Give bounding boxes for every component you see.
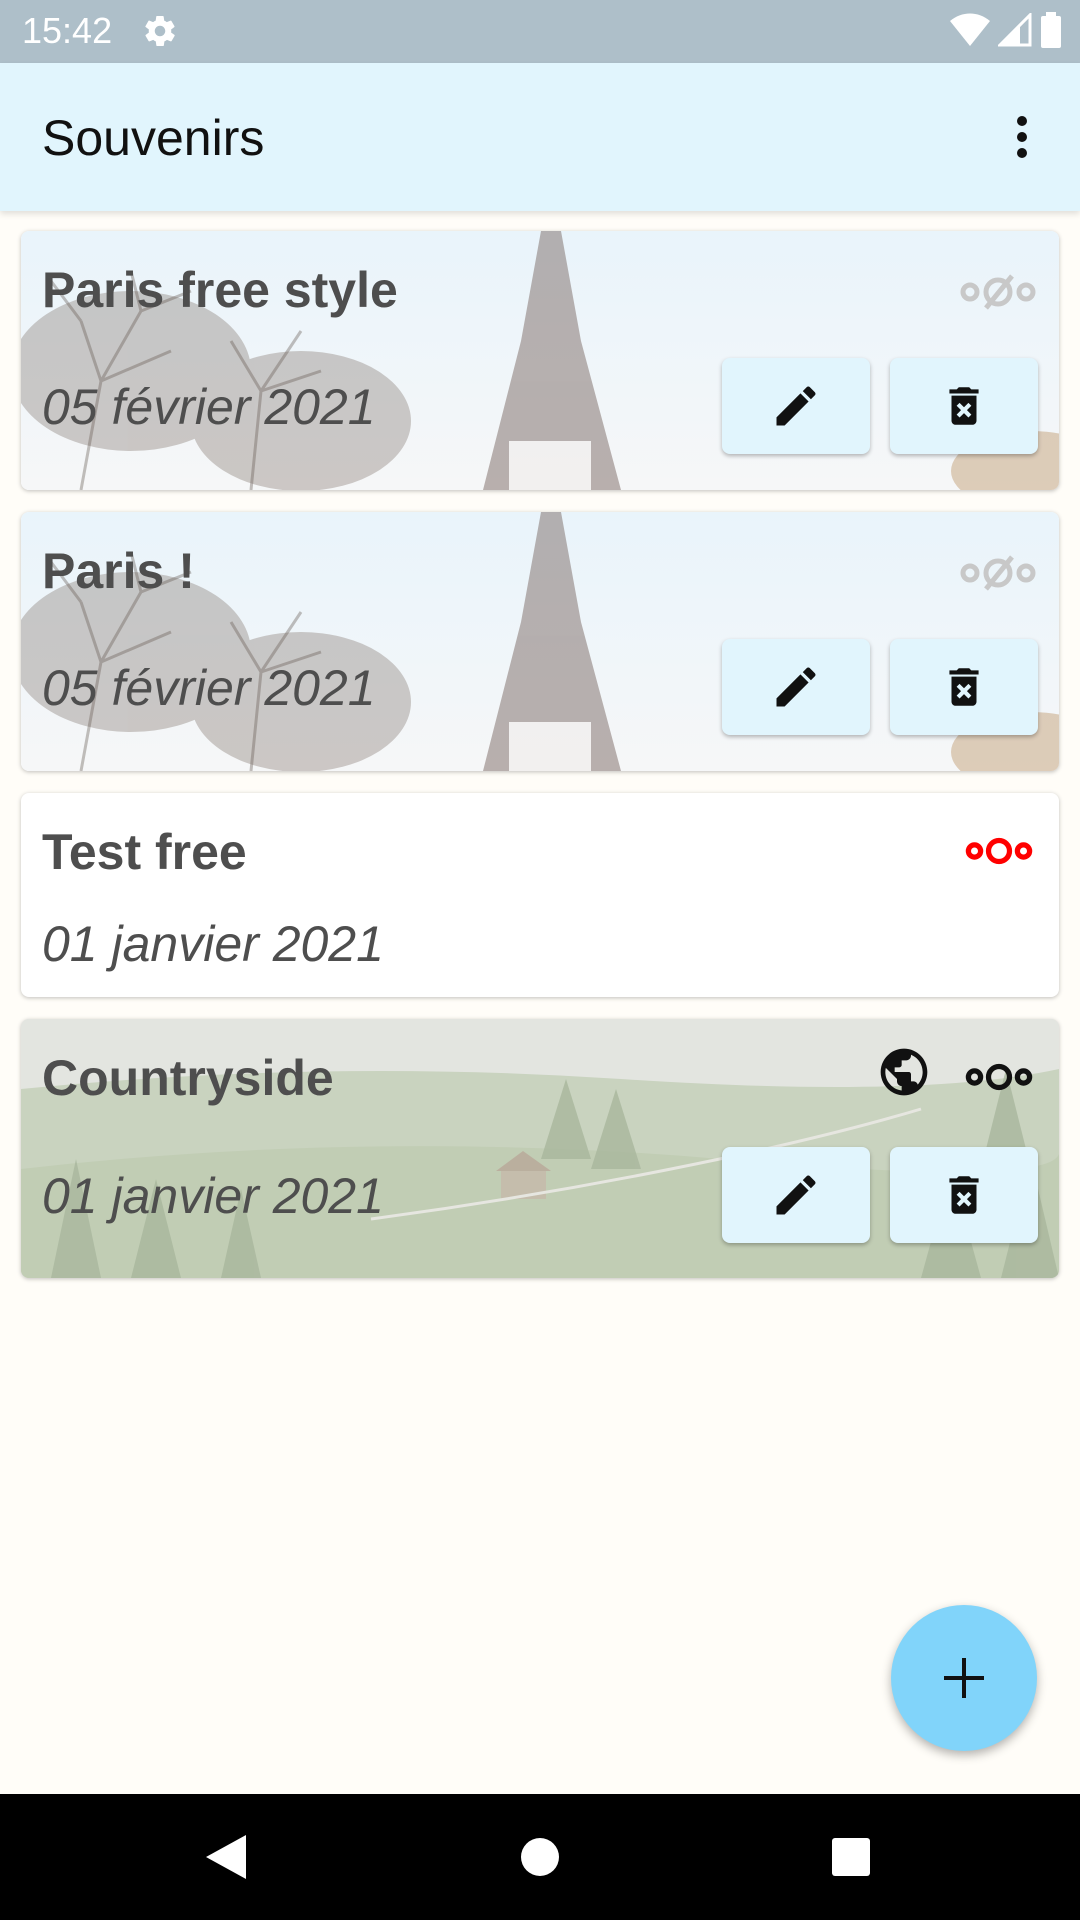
- card-title: Countryside: [42, 1050, 334, 1106]
- souvenir-card[interactable]: Countryside 01 janvier 2021: [21, 1019, 1059, 1278]
- delete-button[interactable]: [890, 1147, 1038, 1243]
- status-time: 15:42: [22, 10, 113, 51]
- add-souvenir-button[interactable]: [891, 1605, 1037, 1751]
- battery-icon: [1040, 11, 1062, 53]
- globe-icon: [880, 1048, 928, 1096]
- edit-icon: [776, 1175, 816, 1215]
- edit-button[interactable]: [722, 358, 870, 454]
- nav-recents-button[interactable]: [781, 1794, 921, 1920]
- delete-icon: [949, 1176, 979, 1214]
- nextcloud-icon: [965, 1063, 1033, 1091]
- signal-icon: [996, 10, 1032, 52]
- card-date: 05 février 2021: [42, 660, 376, 716]
- nextcloud-icon: [965, 837, 1033, 865]
- recents-icon: [832, 1838, 870, 1876]
- nextcloud-off-icon: [960, 274, 1036, 310]
- edit-icon: [776, 667, 816, 707]
- delete-icon: [949, 387, 979, 425]
- delete-icon: [949, 668, 979, 706]
- status-bar: 15:42: [0, 0, 1080, 63]
- edit-icon: [776, 386, 816, 426]
- edit-button[interactable]: [722, 639, 870, 735]
- navigation-bar: [0, 1794, 1080, 1920]
- card-title: Paris !: [42, 543, 195, 599]
- home-icon: [521, 1838, 559, 1876]
- card-date: 01 janvier 2021: [42, 916, 384, 972]
- delete-button[interactable]: [890, 358, 1038, 454]
- gear-icon: [142, 13, 178, 49]
- nav-back-button[interactable]: [156, 1794, 296, 1920]
- app-title: Souvenirs: [42, 110, 265, 166]
- app-bar: Souvenirs: [0, 63, 1080, 211]
- plus-icon: [944, 1658, 984, 1698]
- edit-button[interactable]: [722, 1147, 870, 1243]
- more-vert-icon[interactable]: [984, 99, 1060, 175]
- card-date: 01 janvier 2021: [42, 1168, 384, 1224]
- souvenir-card[interactable]: Paris ! 05 février 2021: [21, 512, 1059, 771]
- card-title: Paris free style: [42, 262, 398, 318]
- wifi-icon: [950, 13, 990, 52]
- card-date: 05 février 2021: [42, 379, 376, 435]
- souvenir-card[interactable]: Paris free style 05 février 2021: [21, 231, 1059, 490]
- nextcloud-off-icon: [960, 555, 1036, 591]
- delete-button[interactable]: [890, 639, 1038, 735]
- nav-home-button[interactable]: [470, 1794, 610, 1920]
- back-icon: [206, 1835, 246, 1879]
- status-icons: [950, 10, 1062, 53]
- souvenir-card[interactable]: Test free 01 janvier 2021: [21, 793, 1059, 997]
- card-title: Test free: [42, 824, 247, 880]
